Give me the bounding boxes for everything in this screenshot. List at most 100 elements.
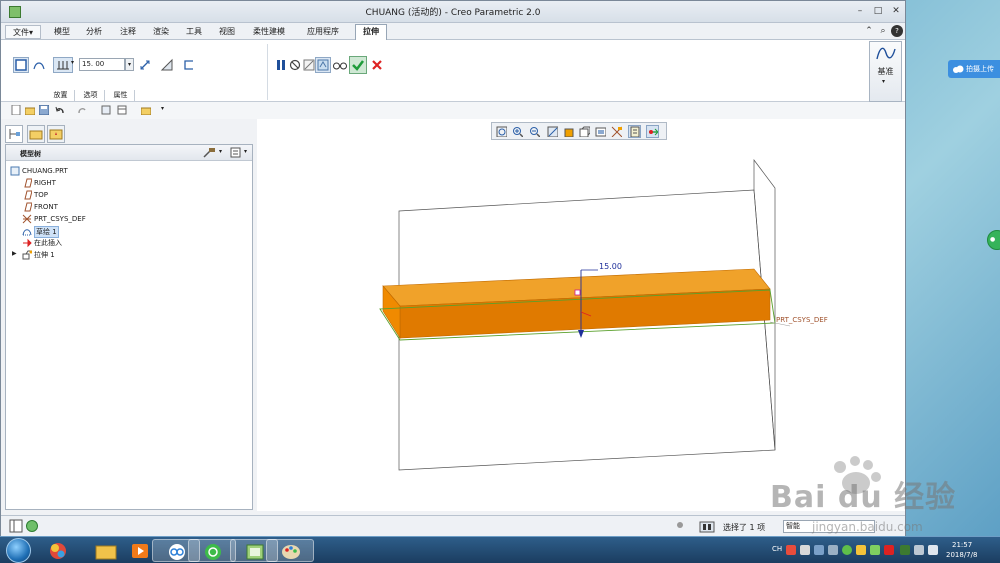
datum-group-button[interactable]: 基准 ▾: [869, 41, 902, 102]
annotation-display-icon[interactable]: [628, 125, 641, 138]
tree-item-sketch[interactable]: 草绘 1: [6, 225, 246, 238]
remove-material-button[interactable]: [159, 57, 175, 73]
tab-applications[interactable]: 应用程序: [297, 25, 349, 39]
flip-direction-button[interactable]: [137, 57, 153, 73]
zoom-out-icon[interactable]: [528, 125, 541, 138]
tab-folder-browser[interactable]: [27, 125, 45, 143]
open-file-icon[interactable]: [25, 105, 35, 115]
tray-network-icon[interactable]: [914, 545, 924, 555]
tray-security-icon[interactable]: [842, 545, 852, 555]
search-icon[interactable]: ⌕: [877, 25, 889, 37]
confirm-button[interactable]: [349, 56, 367, 74]
checkmark-icon: [352, 60, 364, 71]
tab-annotate[interactable]: 注释: [113, 25, 143, 39]
tab-file[interactable]: 文件▾: [5, 25, 41, 39]
tab-view[interactable]: 视图: [212, 25, 242, 39]
depth-value-input[interactable]: 15. 00: [79, 58, 125, 71]
spin-center-icon[interactable]: [646, 125, 659, 138]
tray-nvidia-icon[interactable]: [900, 545, 910, 555]
tab-analysis[interactable]: 分析: [79, 25, 109, 39]
display-style-icon[interactable]: [562, 125, 575, 138]
tray-chat-icon[interactable]: [870, 545, 880, 555]
datum-display-icon[interactable]: [610, 125, 623, 138]
selection-filter-icon[interactable]: [699, 520, 715, 534]
windows-icon[interactable]: [117, 105, 127, 115]
expand-arrow-icon[interactable]: ▶: [12, 250, 17, 257]
folder-icon[interactable]: [141, 105, 151, 115]
close-button[interactable]: ✕: [889, 5, 903, 18]
tree-settings-dropdown-icon[interactable]: ▾: [219, 148, 222, 155]
tree-item-csys[interactable]: PRT_CSYS_DEF: [6, 213, 246, 225]
minimize-ribbon-icon[interactable]: ⌃: [863, 25, 875, 37]
tray-alert-icon[interactable]: [884, 545, 894, 555]
undo-icon[interactable]: [55, 105, 65, 115]
tree-item-right[interactable]: RIGHT: [6, 177, 246, 189]
new-file-icon[interactable]: [11, 105, 21, 115]
floating-assistant-button[interactable]: ●: [987, 230, 1000, 250]
tree-item-insert-here[interactable]: 在此插入: [6, 237, 246, 249]
assistant-icon: ●: [990, 236, 996, 243]
model-tree-title: 模型树: [20, 150, 41, 158]
verify-preview-button[interactable]: [331, 57, 347, 73]
tree-show-icon[interactable]: [230, 147, 242, 159]
show-navigator-icon[interactable]: [9, 519, 23, 533]
tray-pen-icon[interactable]: [800, 545, 810, 555]
tree-show-dropdown-icon[interactable]: ▾: [244, 148, 247, 155]
tray-antivirus-icon[interactable]: [786, 545, 796, 555]
redo-icon[interactable]: [77, 105, 87, 115]
help-icon[interactable]: ?: [891, 25, 903, 37]
subtab-options[interactable]: 选项: [77, 90, 105, 101]
tab-flexible-modeling[interactable]: 柔性建模: [247, 25, 291, 39]
subtab-properties[interactable]: 属性: [107, 90, 135, 101]
tree-item-front[interactable]: FRONT: [6, 201, 246, 213]
browser-icon[interactable]: [25, 519, 39, 533]
tray-volume-icon[interactable]: [928, 545, 938, 555]
extrude-solid-button[interactable]: [13, 57, 29, 73]
tree-settings-icon[interactable]: [202, 147, 218, 159]
tab-tools[interactable]: 工具: [179, 25, 209, 39]
saved-orientations-icon[interactable]: [578, 125, 591, 138]
tab-model-tree[interactable]: [5, 125, 23, 143]
tab-render[interactable]: 渲染: [146, 25, 176, 39]
depth-value-dropdown[interactable]: ▾: [125, 58, 134, 71]
maximize-button[interactable]: □: [871, 5, 885, 18]
tree-item-extrude[interactable]: ▶ 拉伸 1: [6, 249, 246, 261]
input-method-indicator[interactable]: CH: [772, 545, 782, 553]
taskbar-app-360-safe[interactable]: [188, 539, 236, 562]
qat-customize-icon[interactable]: ▾: [161, 105, 164, 112]
graphics-canvas[interactable]: [257, 119, 905, 511]
tab-favorites[interactable]: [47, 125, 65, 143]
depth-type-dropdown-icon[interactable]: ▾: [71, 59, 74, 66]
subtab-placement[interactable]: 放置: [47, 90, 75, 101]
clock-time[interactable]: 21:57: [952, 541, 972, 549]
upload-widget[interactable]: 拍摄上传: [948, 60, 1000, 78]
tree-item-top[interactable]: TOP: [6, 189, 246, 201]
tray-cloud-icon[interactable]: [856, 545, 866, 555]
thicken-button[interactable]: [181, 57, 197, 73]
tree-item-label: CHUANG.PRT: [22, 167, 68, 175]
zoom-in-icon[interactable]: [511, 125, 524, 138]
remove-material-icon: [160, 58, 173, 71]
clock-date[interactable]: 2018/7/8: [946, 551, 977, 559]
tab-model[interactable]: 模型: [47, 25, 77, 39]
start-button[interactable]: [6, 538, 31, 563]
depth-type-button[interactable]: [53, 57, 73, 73]
cancel-button[interactable]: [369, 57, 385, 73]
glasses-icon: [333, 62, 347, 70]
tray-power-icon[interactable]: [828, 545, 838, 555]
connected-preview-button[interactable]: [315, 57, 331, 73]
csys-icon: [22, 214, 32, 224]
extrude-surface-button[interactable]: [31, 57, 47, 73]
taskbar-app-360[interactable]: [34, 539, 82, 562]
refit-icon[interactable]: [495, 125, 508, 138]
regenerate-icon[interactable]: [101, 105, 111, 115]
tab-extrude[interactable]: 拉伸: [355, 24, 387, 40]
minimize-button[interactable]: –: [853, 5, 867, 18]
tray-settings-icon[interactable]: [814, 545, 824, 555]
save-icon[interactable]: [39, 105, 49, 115]
tree-item-part[interactable]: CHUANG.PRT: [6, 165, 246, 177]
view-manager-icon[interactable]: [594, 125, 607, 138]
repaint-icon[interactable]: [546, 125, 559, 138]
surface-icon: [33, 62, 45, 70]
taskbar-app-paint[interactable]: [266, 539, 314, 562]
